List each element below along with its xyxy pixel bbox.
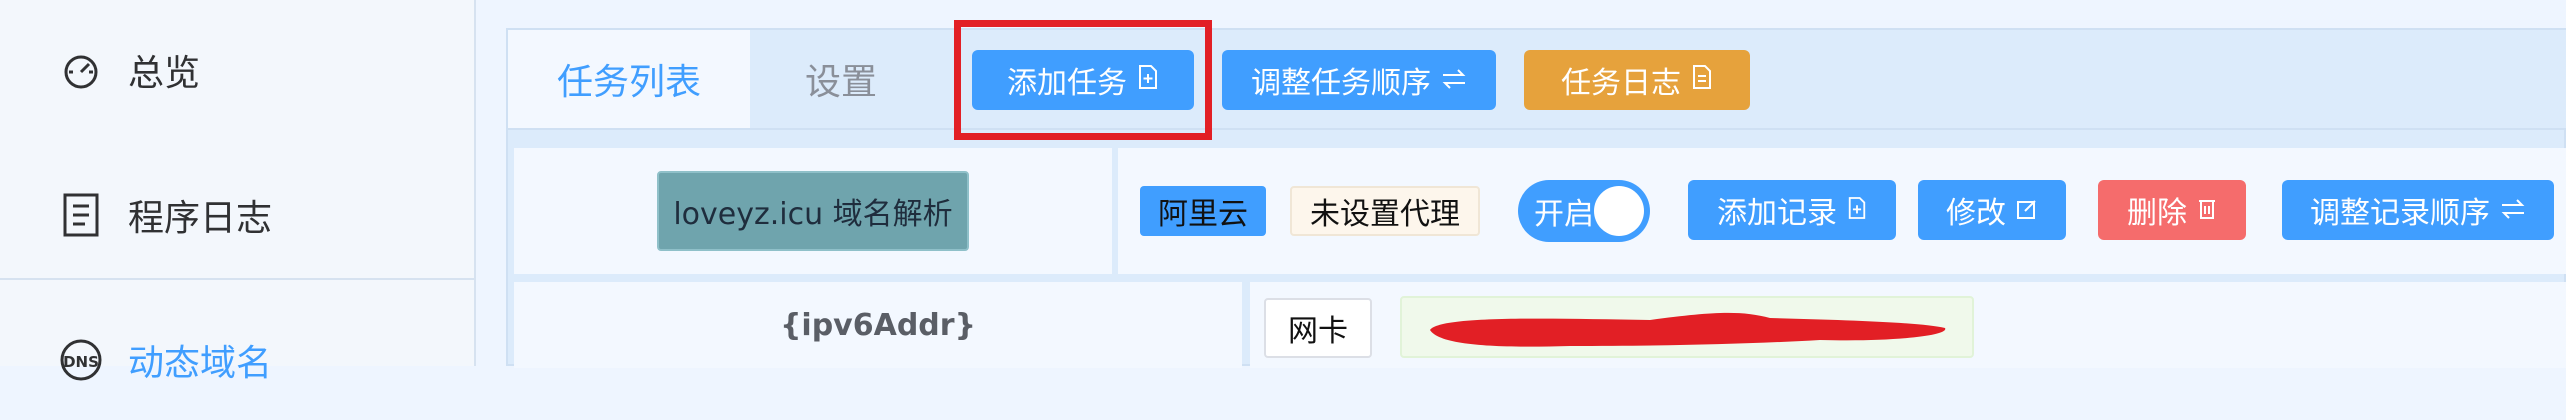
sidebar-item-label: 动态域名	[128, 343, 273, 384]
switch-label: 开启	[1534, 197, 1594, 232]
source-tag: 网卡	[1264, 298, 1372, 358]
enable-switch[interactable]: 开启	[1518, 180, 1650, 242]
sidebar-item-overview[interactable]: 总览	[0, 10, 474, 130]
task-name-cell: loveyz.icu 域名解析	[514, 148, 1112, 274]
delete-button[interactable]: 删除	[2098, 180, 2246, 240]
edit-button[interactable]: 修改	[1918, 180, 2066, 240]
dashboard-icon	[58, 47, 104, 93]
task-row: loveyz.icu 域名解析 阿里云 未设置代理 开启 添加记录 修改 删除 …	[508, 148, 2566, 274]
task-log-label: 任务日志	[1561, 66, 1681, 101]
add-record-label: 添加记录	[1717, 196, 1837, 231]
sort-arrows-icon	[2500, 193, 2526, 228]
reorder-tasks-button[interactable]: 调整任务顺序	[1222, 50, 1496, 110]
add-task-label: 添加任务	[1007, 66, 1127, 101]
document-icon	[1691, 63, 1713, 98]
tab-settings[interactable]: 设置	[750, 30, 932, 128]
provider-tag: 阿里云	[1140, 186, 1266, 236]
sidebar-item-label: 总览	[128, 53, 201, 94]
sidebar-item-label: 程序日志	[128, 198, 273, 239]
reorder-records-button[interactable]: 调整记录顺序	[2282, 180, 2554, 240]
sort-arrows-icon	[1441, 63, 1467, 98]
redaction-mark	[1430, 312, 1946, 347]
record-row: {ipv6Addr} 网卡	[508, 282, 2566, 368]
file-add-icon	[1847, 193, 1867, 228]
record-variable: {ipv6Addr}	[514, 282, 1242, 368]
task-name: loveyz.icu 域名解析	[657, 171, 969, 251]
proxy-tag: 未设置代理	[1290, 186, 1480, 236]
add-record-button[interactable]: 添加记录	[1688, 180, 1896, 240]
task-actions-cell: 阿里云 未设置代理 开启 添加记录 修改 删除 调整记录顺序	[1118, 148, 2566, 274]
sidebar: 总览 程序日志 DNS 动态域名	[0, 0, 476, 384]
edit-label: 修改	[1946, 196, 2006, 231]
tab-bar: 任务列表 设置 添加任务 调整任务顺序 任务日志	[508, 20, 2566, 140]
tab-task-list[interactable]: 任务列表	[508, 30, 750, 128]
record-value-cell: 网卡	[1250, 282, 2566, 368]
delete-label: 删除	[2127, 196, 2187, 231]
edit-icon	[2016, 193, 2038, 228]
switch-knob	[1594, 186, 1644, 236]
file-add-icon	[1137, 63, 1159, 98]
sidebar-item-program-log[interactable]: 程序日志	[0, 152, 474, 280]
add-task-button[interactable]: 添加任务	[972, 50, 1194, 110]
sidebar-item-dynamic-dns[interactable]: DNS 动态域名	[0, 300, 474, 420]
log-document-icon	[58, 192, 104, 238]
svg-text:DNS: DNS	[63, 353, 99, 371]
dns-icon: DNS	[58, 337, 104, 383]
task-panel: 任务列表 设置 添加任务 调整任务顺序 任务日志 loveyz.icu 域名解析	[506, 20, 2566, 368]
task-log-button[interactable]: 任务日志	[1524, 50, 1750, 110]
reorder-tasks-label: 调整任务顺序	[1251, 66, 1431, 101]
reorder-records-label: 调整记录顺序	[2310, 196, 2490, 231]
trash-icon	[2197, 193, 2217, 228]
